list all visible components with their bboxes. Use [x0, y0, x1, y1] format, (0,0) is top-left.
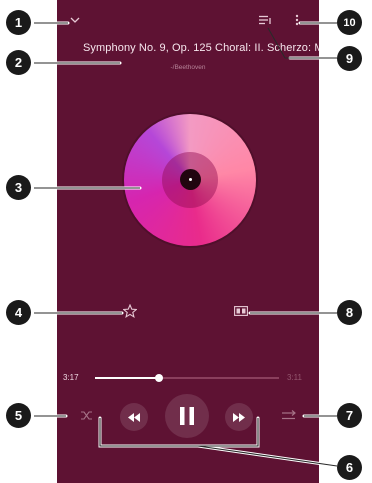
play-pause-button[interactable]	[165, 394, 209, 438]
callout-6: 6	[337, 455, 362, 480]
album-art-dot	[189, 178, 192, 181]
callout-3: 3	[6, 175, 31, 200]
callout-1: 1	[6, 10, 31, 35]
time-elapsed: 3:17	[63, 373, 79, 382]
callout-4: 4	[6, 300, 31, 325]
repeat-icon[interactable]	[279, 406, 299, 424]
seek-bar[interactable]	[95, 374, 279, 382]
next-button[interactable]	[225, 403, 253, 431]
callout-9: 9	[337, 46, 362, 71]
more-vertical-icon[interactable]	[289, 12, 305, 28]
player-top-bar	[57, 0, 319, 40]
time-total: 3:11	[287, 373, 302, 382]
artist-name: -/Beethoven	[170, 64, 206, 71]
annotated-screenshot: Symphony No. 9, Op. 125 Choral: II. Sche…	[0, 0, 372, 483]
seek-bar-handle[interactable]	[155, 374, 164, 382]
shuffle-icon[interactable]	[77, 406, 97, 424]
fast-forward-icon	[233, 412, 245, 422]
pause-icon	[180, 407, 194, 425]
chevron-down-icon[interactable]	[65, 12, 85, 28]
callout-10: 10	[337, 10, 362, 35]
callout-2: 2	[6, 50, 31, 75]
previous-button[interactable]	[120, 403, 148, 431]
playlist-icon[interactable]	[255, 12, 275, 28]
callout-8: 8	[337, 300, 362, 325]
music-player-screen: Symphony No. 9, Op. 125 Choral: II. Sche…	[57, 0, 319, 483]
seek-bar-fill	[95, 377, 160, 379]
star-icon[interactable]	[121, 302, 139, 320]
track-title: Symphony No. 9, Op. 125 Choral: II. Sche…	[83, 42, 319, 54]
audio-effects-icon[interactable]	[232, 303, 250, 319]
callout-7: 7	[337, 403, 362, 428]
rewind-icon	[128, 412, 140, 422]
album-art[interactable]	[124, 114, 256, 246]
callout-5: 5	[6, 403, 31, 428]
